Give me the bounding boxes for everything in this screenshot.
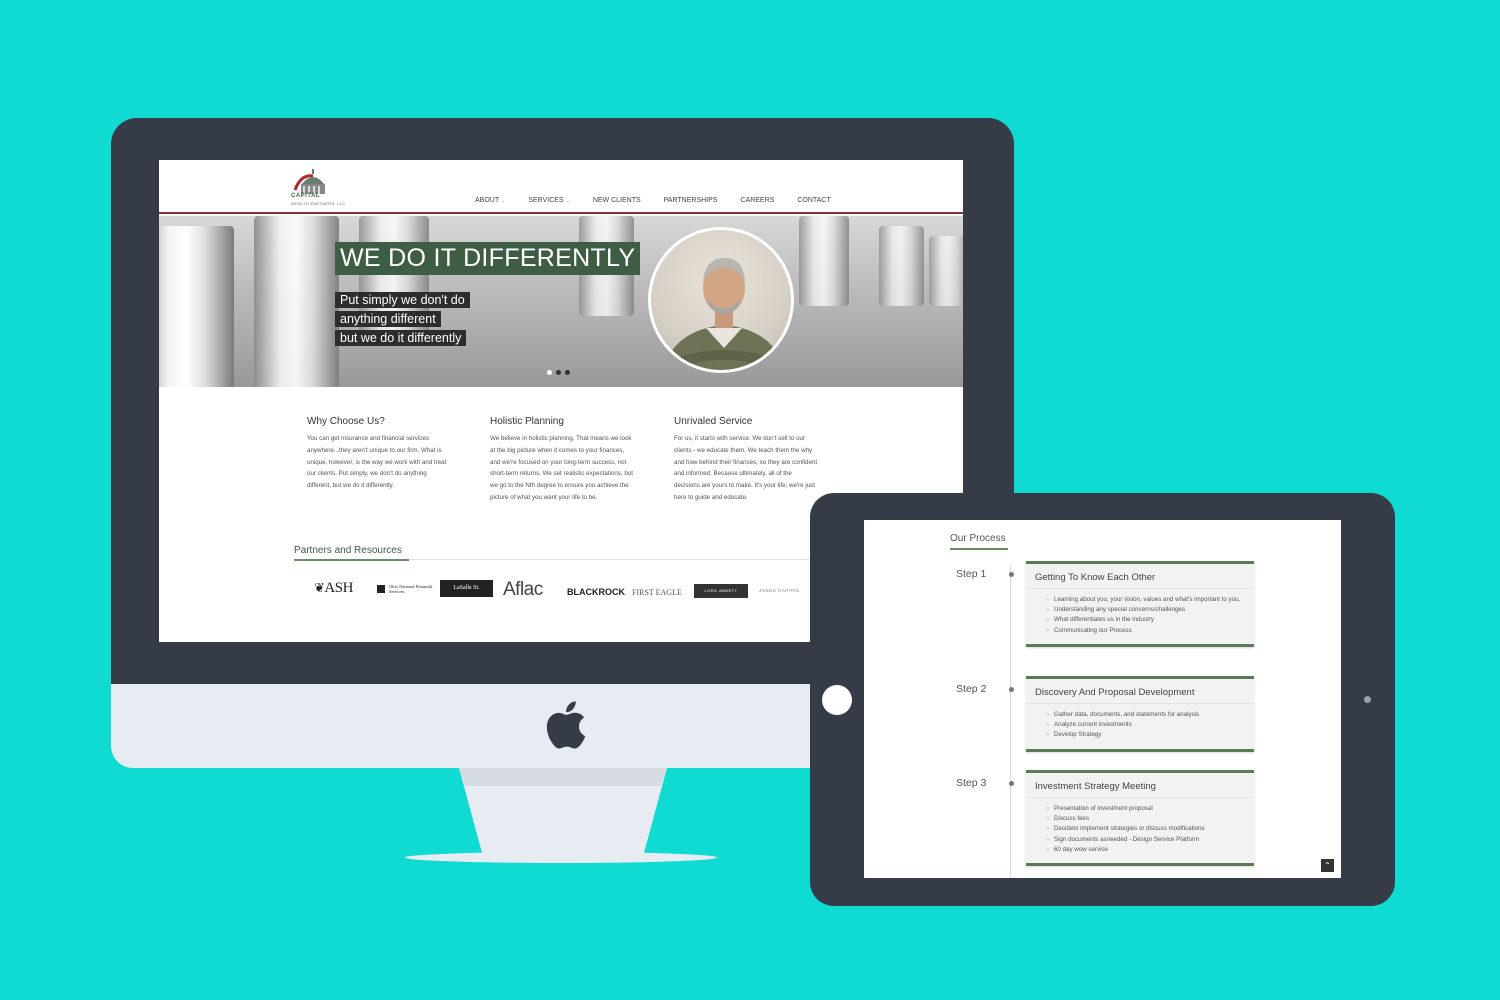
apple-icon xyxy=(546,701,586,749)
slider-dots xyxy=(547,370,570,375)
ohio-national-mark-icon xyxy=(377,585,385,593)
step-card: Getting To Know Each Other Learning abou… xyxy=(1026,561,1254,647)
logo-subtitle: WEALTH PARTNERS, LLC xyxy=(291,201,346,206)
tree-icon: ❦ xyxy=(314,580,325,595)
step-list-item: What differentiates us in the industry xyxy=(1046,615,1245,625)
hero-column xyxy=(929,236,963,306)
nav-about[interactable]: ABOUT ⌄ xyxy=(475,197,505,204)
nav-about-label: ABOUT xyxy=(475,197,500,204)
step-list: Presentation of investment proposal Disc… xyxy=(1026,802,1254,863)
hero-title: WE DO IT DIFFERENTLY xyxy=(335,242,641,275)
partner-name: LaSalle St. xyxy=(453,585,480,591)
feature-body: We believe in holistic planning. That me… xyxy=(490,435,633,501)
feature-title: Holistic Planning xyxy=(490,416,564,427)
partner-logo-ohio-national[interactable]: Ohio National Financial Services xyxy=(377,584,433,594)
step-card: Investment Strategy Meeting Presentation… xyxy=(1026,770,1254,867)
partner-logo-first-eagle[interactable]: FIRST EAGLE xyxy=(632,588,682,597)
nav-services-label: SERVICES xyxy=(528,197,564,204)
slider-dot[interactable] xyxy=(556,370,561,375)
step-list-item: Learning about you, your vision, values … xyxy=(1046,595,1245,605)
partners-divider xyxy=(294,559,819,561)
step-list-item: 60 day wow service xyxy=(1046,845,1245,855)
feature-body: You can get insurance and financial serv… xyxy=(307,435,447,490)
partner-name: LORD ABBETT xyxy=(704,588,738,593)
partner-logo-lord-abbett[interactable]: LORD ABBETT xyxy=(694,584,748,598)
advisor-portrait-illustration xyxy=(662,258,786,370)
partner-name: BLACKROCK xyxy=(567,587,625,597)
process-title: Our Process xyxy=(950,533,1006,544)
hero-column xyxy=(254,216,339,387)
step-list-item: Sign documents asneeded - Design Service… xyxy=(1046,835,1245,845)
site-header: CAPITAL WEALTH PARTNERS, LLC ABOUT ⌄ SERV… xyxy=(159,160,963,214)
process-title-underline xyxy=(950,548,1008,550)
hero-column xyxy=(799,216,849,306)
hero-tagline-line: anything different xyxy=(335,311,441,327)
chevron-up-icon: ⌃ xyxy=(1324,861,1331,870)
hero-column xyxy=(879,226,924,306)
partner-logo-ash[interactable]: ❦ASH xyxy=(314,580,353,597)
feature-unrivaled-service: Unrivaled Service For us, it starts with… xyxy=(674,416,819,504)
nav-careers[interactable]: CAREERS xyxy=(740,197,774,204)
hero-column xyxy=(159,226,234,387)
nav-services[interactable]: SERVICES ⌄ xyxy=(528,197,569,204)
partner-name: Aflac xyxy=(503,579,543,600)
step-label: Step 3 xyxy=(956,777,987,789)
step-label: Step 2 xyxy=(956,683,987,695)
nav-new-clients[interactable]: NEW CLIENTS xyxy=(593,197,641,204)
step-list-item: Gather data, documents, and statements f… xyxy=(1046,710,1245,720)
feature-holistic-planning: Holistic Planning We believe in holistic… xyxy=(490,416,635,504)
feature-title: Why Choose Us? xyxy=(307,416,385,427)
step-list: Gather data, documents, and statements f… xyxy=(1026,708,1254,749)
slider-dot[interactable] xyxy=(547,370,552,375)
ipad-camera xyxy=(1364,696,1371,703)
imac-foot xyxy=(405,852,717,863)
advisor-portrait xyxy=(648,227,794,373)
partner-logo-lasalle[interactable]: LaSalle St. xyxy=(440,580,493,597)
logo-name: CAPITAL xyxy=(291,193,321,199)
feature-title: Unrivaled Service xyxy=(674,416,753,427)
step-title: Investment Strategy Meeting xyxy=(1026,773,1254,798)
step-list-item: Develop Strategy xyxy=(1046,730,1245,740)
step-list-item: Communicating our Process xyxy=(1046,626,1245,636)
step-list-item: Analyze current investments xyxy=(1046,720,1245,730)
main-nav: ABOUT ⌄ SERVICES ⌄ NEW CLIENTS PARTNERSHIP… xyxy=(475,197,854,204)
partner-logo-blackrock[interactable]: BLACKROCK xyxy=(567,587,625,597)
timeline-dot xyxy=(1009,781,1014,786)
partner-logo-janus-capital[interactable]: JANUS CAPITAL xyxy=(759,588,800,593)
chevron-down-icon: ⌄ xyxy=(565,198,570,204)
partner-name: Ohio National Financial Services xyxy=(389,584,433,594)
tablet-website: Our Process Step 1 Getting To Know Each … xyxy=(864,520,1341,878)
step-title: Getting To Know Each Other xyxy=(1026,564,1254,589)
feature-why-choose-us: Why Choose Us? You can get insurance and… xyxy=(307,416,452,492)
step-card: Discovery And Proposal Development Gathe… xyxy=(1026,676,1254,752)
imac-stand-shadow xyxy=(459,768,667,786)
step-list-item: Discuss fees xyxy=(1046,814,1245,824)
timeline-dot xyxy=(1009,572,1014,577)
partner-logo-aflac[interactable]: Aflac xyxy=(503,579,543,601)
feature-body: For us, it starts with service. We don't… xyxy=(674,435,818,501)
hero-tagline-line: but we do it differently xyxy=(335,330,467,346)
chevron-down-icon: ⌄ xyxy=(501,198,506,204)
nav-partnerships[interactable]: PARTNERSHIPS xyxy=(664,197,718,204)
partner-name: ASH xyxy=(324,580,353,596)
step-list-item: Understanding any special concerns/chall… xyxy=(1046,605,1245,615)
step-list: Learning about you, your vision, values … xyxy=(1026,593,1254,644)
timeline-dot xyxy=(1009,687,1014,692)
step-label: Step 1 xyxy=(956,568,987,580)
partner-name: FIRST EAGLE xyxy=(632,588,682,597)
step-title: Discovery And Proposal Development xyxy=(1026,679,1254,704)
step-list-item: Presentation of investment proposal xyxy=(1046,804,1245,814)
partner-name: JANUS CAPITAL xyxy=(759,588,800,593)
step-list-item: Decideto implement strategies or discuss… xyxy=(1046,824,1245,834)
scroll-to-top-button[interactable]: ⌃ xyxy=(1321,859,1334,872)
hero-slider: WE DO IT DIFFERENTLY Put simply we don't… xyxy=(159,216,963,387)
nav-contact[interactable]: CONTACT xyxy=(797,197,830,204)
partners-title: Partners and Resources xyxy=(294,545,402,556)
hero-tagline-line: Put simply we don't do xyxy=(335,292,470,308)
ipad-home-button xyxy=(822,685,852,715)
process-timeline xyxy=(1010,565,1011,878)
slider-dot[interactable] xyxy=(565,370,570,375)
